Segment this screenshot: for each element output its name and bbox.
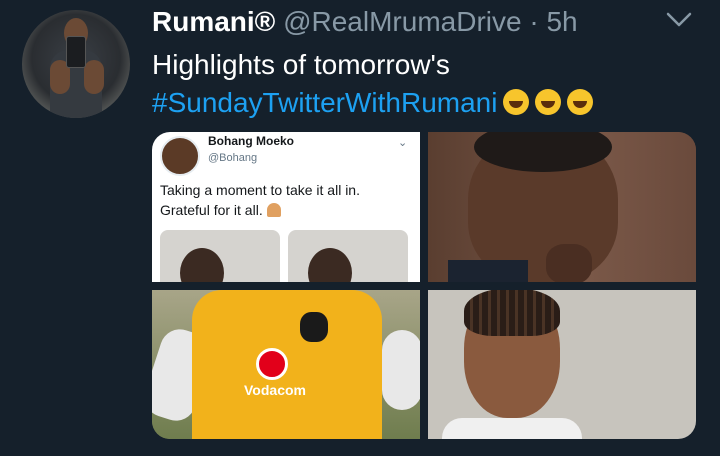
avatar-arm bbox=[84, 60, 104, 94]
embedded-chevron-icon: ⌄ bbox=[398, 137, 408, 149]
embedded-avatar bbox=[160, 136, 200, 176]
media-grid: Bohang Moeko @Bohang ⌄ Taking a moment t… bbox=[152, 132, 696, 439]
embedded-photo bbox=[288, 230, 408, 282]
embedded-text-line: Taking a moment to take it all in. bbox=[160, 182, 360, 198]
embedded-author-name: Bohang Moeko bbox=[208, 134, 294, 148]
media-image-1[interactable]: Bohang Moeko @Bohang ⌄ Taking a moment t… bbox=[152, 132, 420, 282]
author-handle[interactable]: @RealMrumaDrive bbox=[283, 6, 521, 37]
tweet-text-line: Highlights of tomorrow's bbox=[152, 49, 450, 80]
portrait-suit bbox=[448, 260, 528, 282]
embedded-photo bbox=[160, 230, 280, 282]
embedded-author-handle: @Bohang bbox=[208, 152, 258, 164]
author-name[interactable]: Rumani® bbox=[152, 6, 275, 37]
portrait-shirt bbox=[442, 418, 582, 439]
tweet-header: Rumani® @RealMrumaDrive · 5h bbox=[152, 6, 578, 38]
jersey-sponsor: Vodacom bbox=[244, 382, 306, 398]
rolling-laughing-emoji-icon bbox=[535, 89, 562, 115]
tweet-timestamp[interactable]: 5h bbox=[546, 6, 577, 37]
embedded-text-line2: Grateful for it all. bbox=[160, 200, 410, 220]
rolling-laughing-emoji-icon bbox=[567, 89, 594, 115]
avatar-phone bbox=[66, 36, 86, 68]
media-image-2[interactable] bbox=[428, 132, 696, 282]
embedded-tweet-text: Taking a moment to take it all in. Grate… bbox=[160, 180, 410, 220]
tweet-text-line2: #SundayTwitterWithRumani bbox=[152, 84, 594, 122]
portrait-braids bbox=[464, 290, 560, 336]
rolling-laughing-emoji-icon bbox=[503, 89, 530, 115]
media-image-3[interactable]: Vodacom bbox=[152, 290, 420, 439]
author-avatar[interactable] bbox=[22, 10, 130, 118]
player-arm bbox=[382, 330, 420, 410]
media-image-4[interactable] bbox=[428, 290, 696, 439]
portrait-hand bbox=[546, 244, 592, 282]
praying-hands-icon bbox=[266, 203, 281, 217]
sponsor-logo-icon bbox=[256, 348, 288, 380]
separator: · bbox=[529, 6, 539, 37]
chevron-down-icon[interactable] bbox=[664, 8, 694, 32]
tweet-text: Highlights of tomorrow's #SundayTwitterW… bbox=[152, 46, 594, 122]
club-badge-icon bbox=[300, 312, 328, 342]
hashtag-link[interactable]: #SundayTwitterWithRumani bbox=[152, 87, 497, 118]
